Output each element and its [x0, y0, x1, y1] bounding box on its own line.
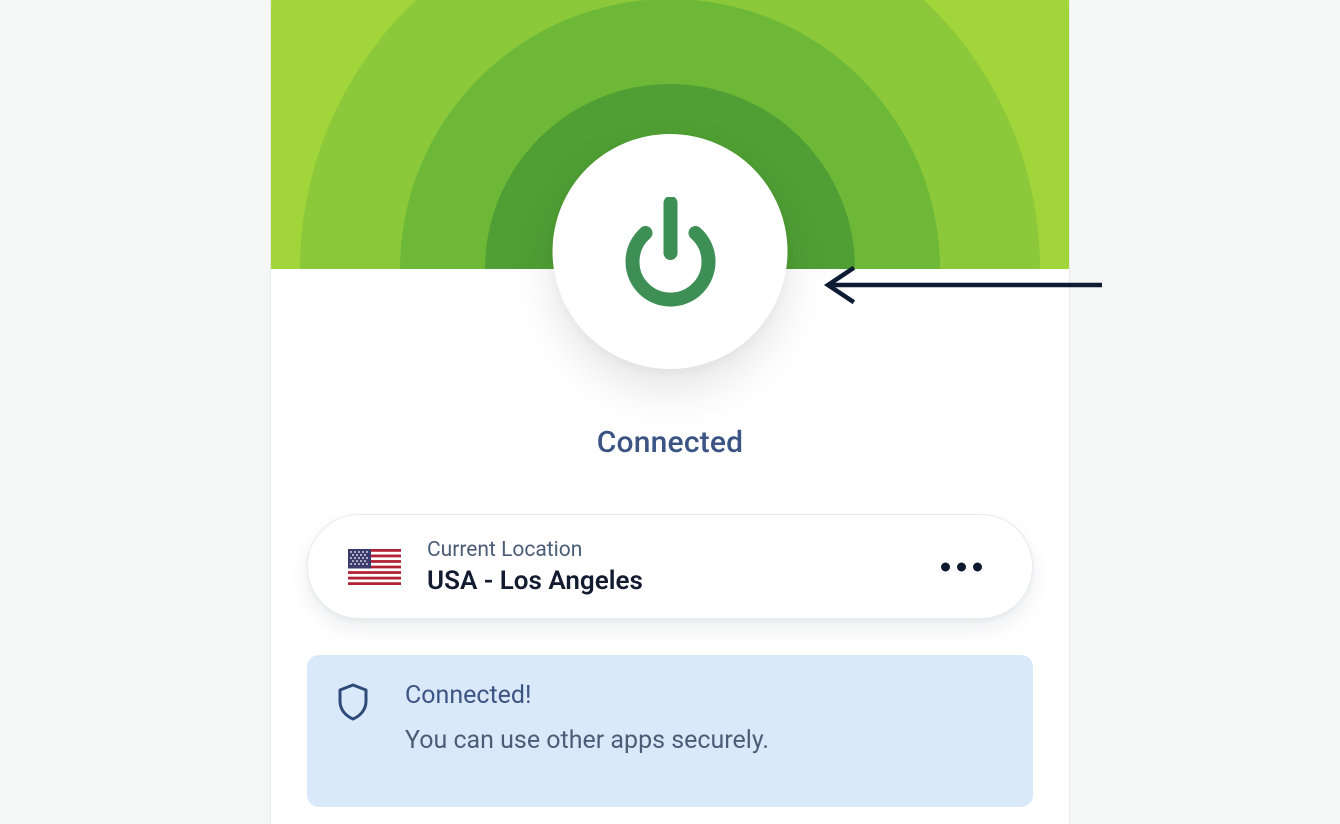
- shield-icon: [337, 683, 369, 721]
- location-more-button[interactable]: [931, 552, 992, 581]
- location-value: USA - Los Angeles: [427, 566, 992, 596]
- notice-text-group: Connected! You can use other apps secure…: [405, 681, 769, 777]
- notice-message: You can use other apps securely.: [405, 726, 769, 755]
- notice-title: Connected!: [405, 681, 769, 710]
- power-icon: [620, 197, 720, 307]
- location-text-group: Current Location USA - Los Angeles: [427, 538, 992, 596]
- vpn-app-window: Connected Current Location USA - Los Ang…: [270, 0, 1070, 824]
- power-toggle-button[interactable]: [553, 134, 788, 369]
- connected-notice-banner: Connected! You can use other apps secure…: [307, 655, 1033, 807]
- connection-status-label: Connected: [597, 425, 744, 460]
- location-label: Current Location: [427, 538, 992, 562]
- us-flag-icon: [348, 549, 401, 585]
- more-dots-icon: [941, 562, 950, 571]
- current-location-card[interactable]: Current Location USA - Los Angeles: [307, 514, 1033, 619]
